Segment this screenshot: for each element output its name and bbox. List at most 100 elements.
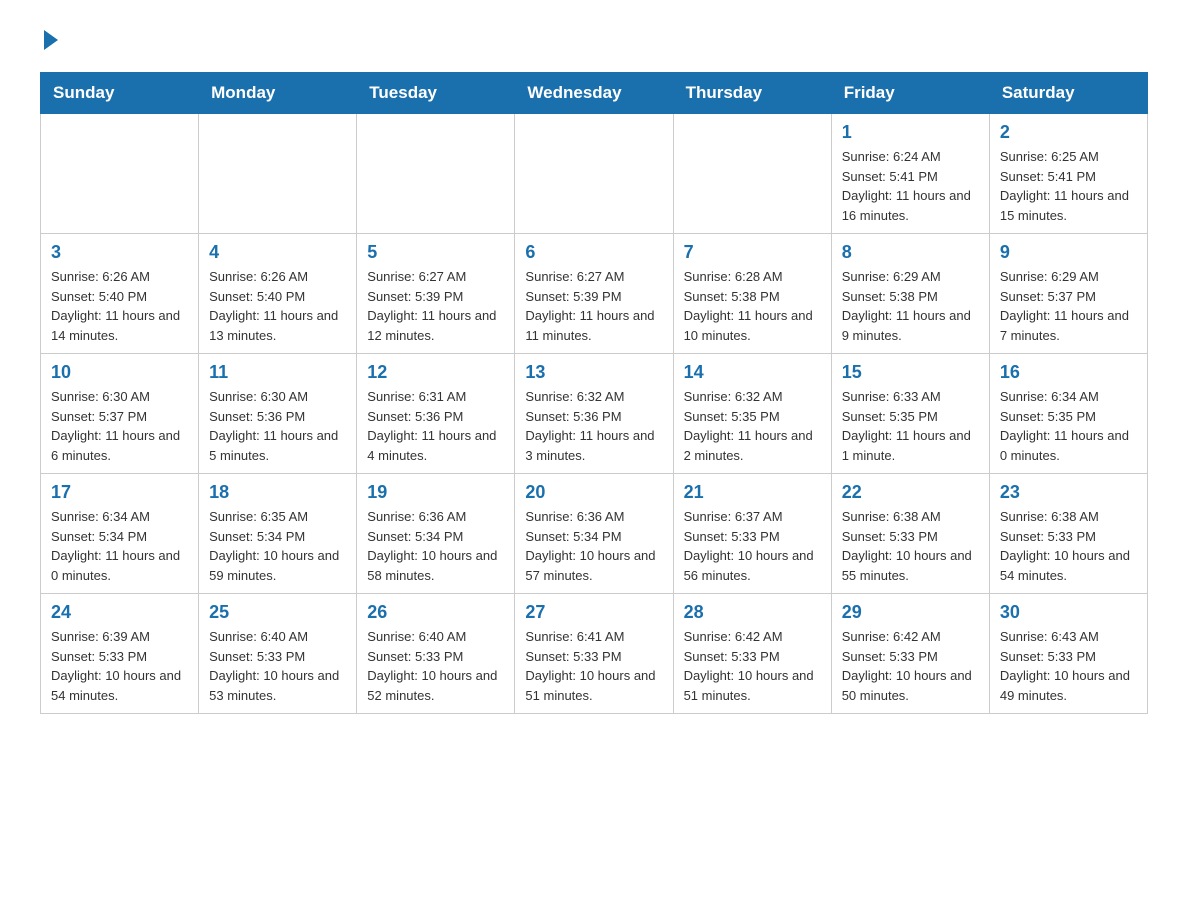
- day-info: Sunrise: 6:37 AM Sunset: 5:33 PM Dayligh…: [684, 507, 821, 585]
- calendar-table: SundayMondayTuesdayWednesdayThursdayFrid…: [40, 72, 1148, 714]
- calendar-cell: 20 Sunrise: 6:36 AM Sunset: 5:34 PM Dayli…: [515, 474, 673, 594]
- calendar-cell: [515, 114, 673, 234]
- day-info: Sunrise: 6:25 AM Sunset: 5:41 PM Dayligh…: [1000, 147, 1137, 225]
- day-number: 12: [367, 362, 504, 383]
- day-info: Sunrise: 6:26 AM Sunset: 5:40 PM Dayligh…: [209, 267, 346, 345]
- day-number: 27: [525, 602, 662, 623]
- day-number: 20: [525, 482, 662, 503]
- calendar-cell: 16 Sunrise: 6:34 AM Sunset: 5:35 PM Dayli…: [989, 354, 1147, 474]
- day-info: Sunrise: 6:34 AM Sunset: 5:35 PM Dayligh…: [1000, 387, 1137, 465]
- day-number: 26: [367, 602, 504, 623]
- weekday-header-friday: Friday: [831, 73, 989, 114]
- calendar-cell: 22 Sunrise: 6:38 AM Sunset: 5:33 PM Dayli…: [831, 474, 989, 594]
- page-header: [40, 30, 1148, 52]
- week-row-1: 1 Sunrise: 6:24 AM Sunset: 5:41 PM Daylig…: [41, 114, 1148, 234]
- calendar-cell: 2 Sunrise: 6:25 AM Sunset: 5:41 PM Daylig…: [989, 114, 1147, 234]
- week-row-5: 24 Sunrise: 6:39 AM Sunset: 5:33 PM Dayli…: [41, 594, 1148, 714]
- calendar-cell: 24 Sunrise: 6:39 AM Sunset: 5:33 PM Dayli…: [41, 594, 199, 714]
- calendar-cell: 4 Sunrise: 6:26 AM Sunset: 5:40 PM Daylig…: [199, 234, 357, 354]
- day-info: Sunrise: 6:35 AM Sunset: 5:34 PM Dayligh…: [209, 507, 346, 585]
- day-number: 1: [842, 122, 979, 143]
- day-info: Sunrise: 6:24 AM Sunset: 5:41 PM Dayligh…: [842, 147, 979, 225]
- day-info: Sunrise: 6:38 AM Sunset: 5:33 PM Dayligh…: [1000, 507, 1137, 585]
- weekday-header-wednesday: Wednesday: [515, 73, 673, 114]
- calendar-cell: 14Sunrise: 6:32 AM Sunset: 5:35 PM Dayli…: [673, 354, 831, 474]
- calendar-cell: [199, 114, 357, 234]
- day-number: 30: [1000, 602, 1137, 623]
- day-info: Sunrise: 6:27 AM Sunset: 5:39 PM Dayligh…: [525, 267, 662, 345]
- calendar-cell: 23 Sunrise: 6:38 AM Sunset: 5:33 PM Dayli…: [989, 474, 1147, 594]
- day-info: Sunrise: 6:28 AM Sunset: 5:38 PM Dayligh…: [684, 267, 821, 345]
- day-info: Sunrise: 6:34 AM Sunset: 5:34 PM Dayligh…: [51, 507, 188, 585]
- day-info: Sunrise: 6:32 AM Sunset: 5:36 PM Dayligh…: [525, 387, 662, 465]
- calendar-cell: [673, 114, 831, 234]
- day-number: 23: [1000, 482, 1137, 503]
- calendar-cell: 28Sunrise: 6:42 AM Sunset: 5:33 PM Dayli…: [673, 594, 831, 714]
- calendar-cell: 12 Sunrise: 6:31 AM Sunset: 5:36 PM Dayli…: [357, 354, 515, 474]
- day-number: 7: [684, 242, 821, 263]
- day-number: 3: [51, 242, 188, 263]
- day-info: Sunrise: 6:38 AM Sunset: 5:33 PM Dayligh…: [842, 507, 979, 585]
- calendar-cell: 6 Sunrise: 6:27 AM Sunset: 5:39 PM Daylig…: [515, 234, 673, 354]
- day-number: 13: [525, 362, 662, 383]
- weekday-header-thursday: Thursday: [673, 73, 831, 114]
- day-number: 8: [842, 242, 979, 263]
- calendar-cell: 26 Sunrise: 6:40 AM Sunset: 5:33 PM Dayli…: [357, 594, 515, 714]
- calendar-cell: 13 Sunrise: 6:32 AM Sunset: 5:36 PM Dayli…: [515, 354, 673, 474]
- day-info: Sunrise: 6:26 AM Sunset: 5:40 PM Dayligh…: [51, 267, 188, 345]
- day-info: Sunrise: 6:40 AM Sunset: 5:33 PM Dayligh…: [367, 627, 504, 705]
- calendar-cell: 21 Sunrise: 6:37 AM Sunset: 5:33 PM Dayli…: [673, 474, 831, 594]
- day-info: Sunrise: 6:41 AM Sunset: 5:33 PM Dayligh…: [525, 627, 662, 705]
- calendar-cell: 5 Sunrise: 6:27 AM Sunset: 5:39 PM Daylig…: [357, 234, 515, 354]
- calendar-cell: 30 Sunrise: 6:43 AM Sunset: 5:33 PM Dayli…: [989, 594, 1147, 714]
- day-info: Sunrise: 6:33 AM Sunset: 5:35 PM Dayligh…: [842, 387, 979, 465]
- calendar-cell: 19 Sunrise: 6:36 AM Sunset: 5:34 PM Dayli…: [357, 474, 515, 594]
- calendar-cell: 17 Sunrise: 6:34 AM Sunset: 5:34 PM Dayli…: [41, 474, 199, 594]
- day-number: 14: [684, 362, 821, 383]
- calendar-cell: 27 Sunrise: 6:41 AM Sunset: 5:33 PM Dayli…: [515, 594, 673, 714]
- day-number: 2: [1000, 122, 1137, 143]
- day-number: 15: [842, 362, 979, 383]
- day-number: 5: [367, 242, 504, 263]
- weekday-header-saturday: Saturday: [989, 73, 1147, 114]
- day-number: 17: [51, 482, 188, 503]
- day-number: 25: [209, 602, 346, 623]
- day-info: Sunrise: 6:36 AM Sunset: 5:34 PM Dayligh…: [367, 507, 504, 585]
- logo-triangle-icon: [44, 30, 58, 50]
- day-number: 21: [684, 482, 821, 503]
- day-info: Sunrise: 6:30 AM Sunset: 5:37 PM Dayligh…: [51, 387, 188, 465]
- day-number: 19: [367, 482, 504, 503]
- day-number: 28: [684, 602, 821, 623]
- day-number: 16: [1000, 362, 1137, 383]
- calendar-cell: 18 Sunrise: 6:35 AM Sunset: 5:34 PM Dayli…: [199, 474, 357, 594]
- day-info: Sunrise: 6:40 AM Sunset: 5:33 PM Dayligh…: [209, 627, 346, 705]
- calendar-cell: 7 Sunrise: 6:28 AM Sunset: 5:38 PM Daylig…: [673, 234, 831, 354]
- day-number: 18: [209, 482, 346, 503]
- calendar-cell: 25 Sunrise: 6:40 AM Sunset: 5:33 PM Dayli…: [199, 594, 357, 714]
- calendar-cell: 3 Sunrise: 6:26 AM Sunset: 5:40 PM Daylig…: [41, 234, 199, 354]
- day-number: 10: [51, 362, 188, 383]
- weekday-header-monday: Monday: [199, 73, 357, 114]
- calendar-cell: [357, 114, 515, 234]
- week-row-3: 10 Sunrise: 6:30 AM Sunset: 5:37 PM Dayli…: [41, 354, 1148, 474]
- week-row-4: 17 Sunrise: 6:34 AM Sunset: 5:34 PM Dayli…: [41, 474, 1148, 594]
- day-info: Sunrise: 6:36 AM Sunset: 5:34 PM Dayligh…: [525, 507, 662, 585]
- day-number: 6: [525, 242, 662, 263]
- calendar-cell: [41, 114, 199, 234]
- calendar-cell: 10 Sunrise: 6:30 AM Sunset: 5:37 PM Dayli…: [41, 354, 199, 474]
- day-info: Sunrise: 6:31 AM Sunset: 5:36 PM Dayligh…: [367, 387, 504, 465]
- calendar-cell: 11Sunrise: 6:30 AM Sunset: 5:36 PM Dayli…: [199, 354, 357, 474]
- calendar-cell: 29Sunrise: 6:42 AM Sunset: 5:33 PM Dayli…: [831, 594, 989, 714]
- week-row-2: 3 Sunrise: 6:26 AM Sunset: 5:40 PM Daylig…: [41, 234, 1148, 354]
- weekday-header-sunday: Sunday: [41, 73, 199, 114]
- day-info: Sunrise: 6:39 AM Sunset: 5:33 PM Dayligh…: [51, 627, 188, 705]
- day-number: 22: [842, 482, 979, 503]
- day-info: Sunrise: 6:42 AM Sunset: 5:33 PM Dayligh…: [842, 627, 979, 705]
- logo: [40, 30, 58, 52]
- day-info: Sunrise: 6:27 AM Sunset: 5:39 PM Dayligh…: [367, 267, 504, 345]
- day-number: 4: [209, 242, 346, 263]
- day-info: Sunrise: 6:43 AM Sunset: 5:33 PM Dayligh…: [1000, 627, 1137, 705]
- day-number: 24: [51, 602, 188, 623]
- day-info: Sunrise: 6:29 AM Sunset: 5:37 PM Dayligh…: [1000, 267, 1137, 345]
- weekday-header-tuesday: Tuesday: [357, 73, 515, 114]
